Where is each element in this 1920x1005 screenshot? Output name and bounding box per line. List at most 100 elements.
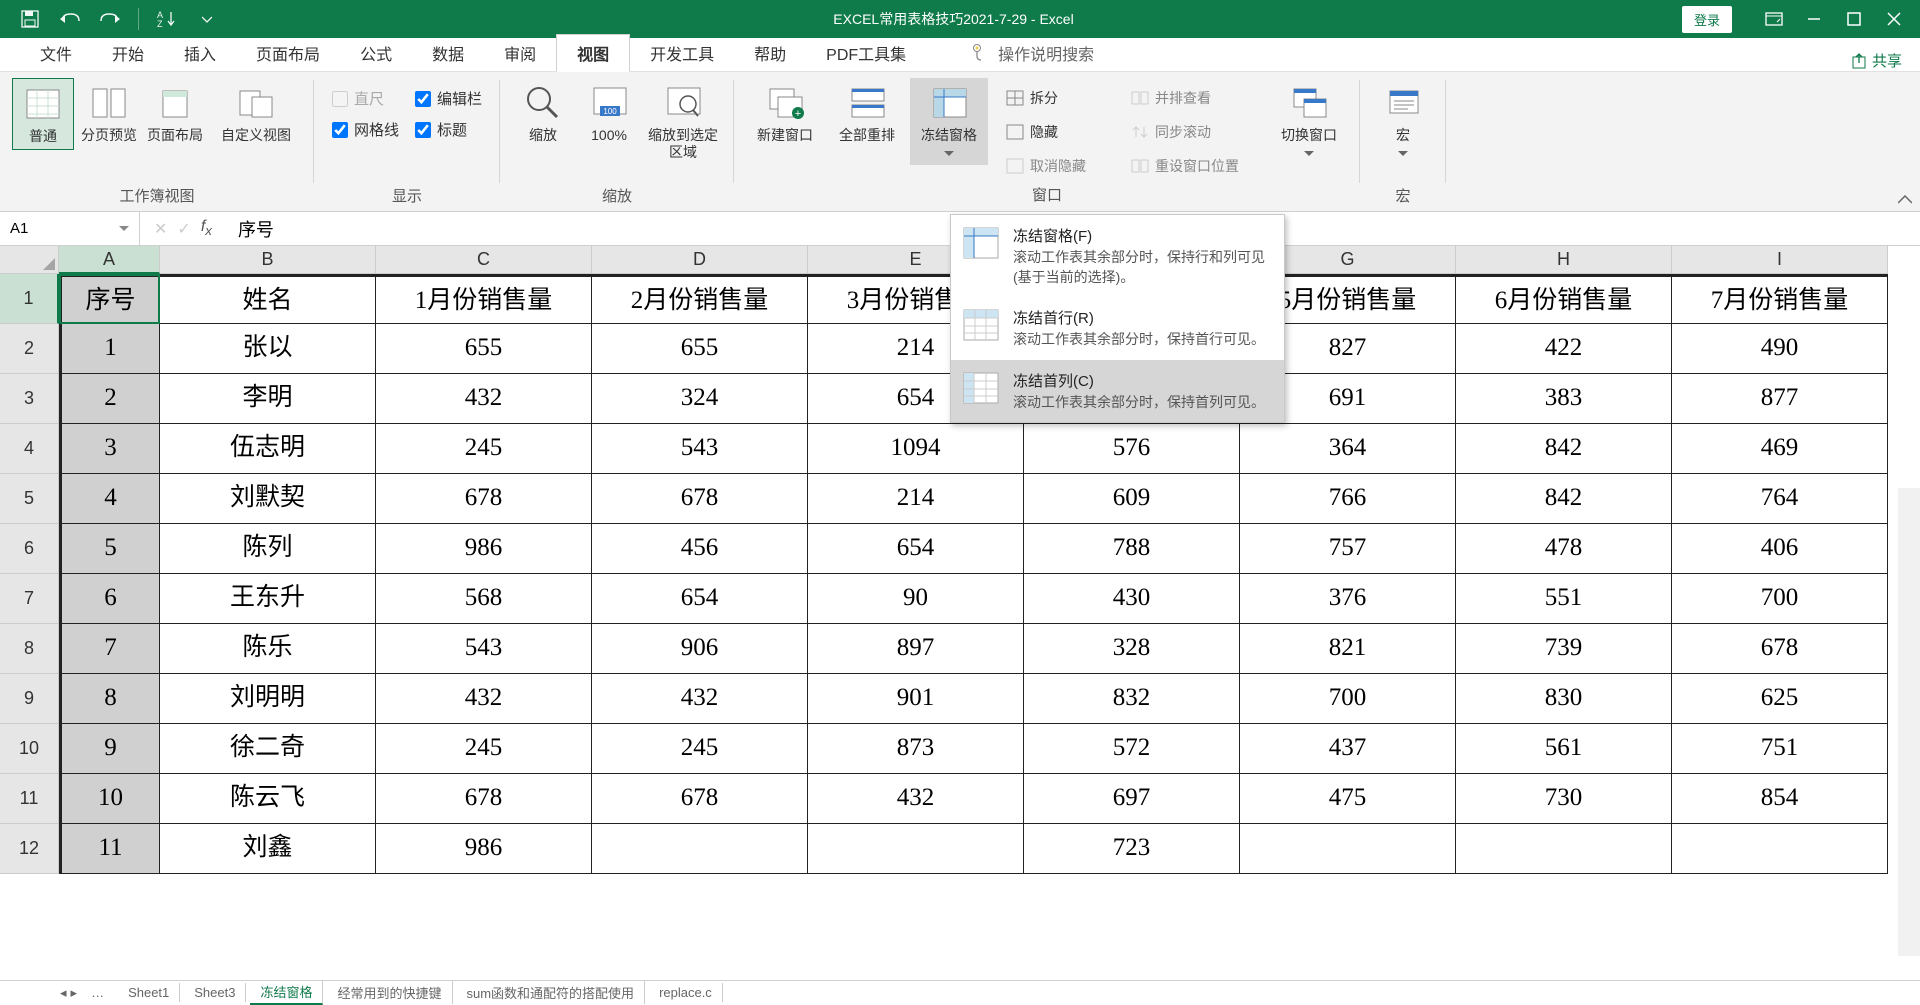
- tab-layout[interactable]: 页面布局: [236, 35, 340, 71]
- cell[interactable]: 830: [1456, 674, 1672, 724]
- row-header[interactable]: 10: [0, 724, 59, 774]
- cell[interactable]: 739: [1456, 624, 1672, 674]
- cell[interactable]: 901: [808, 674, 1024, 724]
- cell[interactable]: 1094: [808, 424, 1024, 474]
- collapse-ribbon-icon[interactable]: [1898, 195, 1912, 205]
- row-header[interactable]: 6: [0, 524, 59, 574]
- sheet-tab[interactable]: 经常用到的快捷键: [327, 981, 452, 1004]
- cell[interactable]: 764: [1672, 474, 1888, 524]
- sheet-tab[interactable]: Sheet3: [184, 983, 246, 1002]
- cell[interactable]: 422: [1456, 324, 1672, 374]
- maximize-button[interactable]: [1836, 4, 1872, 34]
- headings-checkbox[interactable]: 标题: [415, 119, 482, 140]
- cell[interactable]: 561: [1456, 724, 1672, 774]
- select-all-corner[interactable]: [0, 246, 59, 274]
- tab-dev[interactable]: 开发工具: [630, 35, 734, 71]
- cell[interactable]: 刘默契: [160, 474, 376, 524]
- cell[interactable]: 6月份销售量: [1456, 274, 1672, 324]
- column-header[interactable]: B: [160, 246, 376, 274]
- cell[interactable]: 986: [376, 824, 592, 874]
- tab-formulas[interactable]: 公式: [340, 35, 412, 71]
- tab-home[interactable]: 开始: [92, 35, 164, 71]
- cell[interactable]: 11: [59, 824, 160, 874]
- cell[interactable]: 432: [592, 674, 808, 724]
- cell[interactable]: 90: [808, 574, 1024, 624]
- cell[interactable]: 陈列: [160, 524, 376, 574]
- cell[interactable]: 877: [1672, 374, 1888, 424]
- zoom100-button[interactable]: 100 100%: [578, 78, 640, 148]
- qat-dropdown[interactable]: [189, 4, 225, 34]
- column-header[interactable]: I: [1672, 246, 1888, 274]
- cell[interactable]: 842: [1456, 474, 1672, 524]
- row-header[interactable]: 12: [0, 824, 59, 874]
- cell[interactable]: 678: [592, 774, 808, 824]
- cell[interactable]: 469: [1672, 424, 1888, 474]
- row-header[interactable]: 9: [0, 674, 59, 724]
- ruler-checkbox[interactable]: 直尺: [332, 88, 399, 109]
- cell[interactable]: 2月份销售量: [592, 274, 808, 324]
- row-header[interactable]: 11: [0, 774, 59, 824]
- vertical-scrollbar[interactable]: [1898, 488, 1920, 956]
- sheet-tab[interactable]: sum函数和通配符的搭配使用: [457, 981, 646, 1004]
- cell[interactable]: 821: [1240, 624, 1456, 674]
- cell[interactable]: 568: [376, 574, 592, 624]
- cell[interactable]: 刘明明: [160, 674, 376, 724]
- tab-review[interactable]: 审阅: [484, 35, 556, 71]
- tab-pdf[interactable]: PDF工具集: [806, 35, 926, 71]
- sheet-nav-prev[interactable]: ◂: [60, 985, 67, 1001]
- freeze-panes-item[interactable]: 冻结窗格(F)滚动工作表其余部分时，保持行和列可见(基于当前的选择)。: [951, 215, 1284, 297]
- sheet-tab[interactable]: Sheet1: [118, 983, 180, 1002]
- cell[interactable]: 678: [1672, 624, 1888, 674]
- cell[interactable]: 700: [1240, 674, 1456, 724]
- cell[interactable]: 张以: [160, 324, 376, 374]
- cell[interactable]: 徐二奇: [160, 724, 376, 774]
- cell[interactable]: 873: [808, 724, 1024, 774]
- column-header[interactable]: H: [1456, 246, 1672, 274]
- cell[interactable]: 697: [1024, 774, 1240, 824]
- cell[interactable]: 364: [1240, 424, 1456, 474]
- cell[interactable]: 788: [1024, 524, 1240, 574]
- formulabar-checkbox[interactable]: 编辑栏: [415, 88, 482, 109]
- normal-view-button[interactable]: 普通: [12, 78, 74, 150]
- new-window-button[interactable]: + 新建窗口: [746, 78, 824, 148]
- cell[interactable]: [1456, 824, 1672, 874]
- split-button[interactable]: 拆分: [1002, 84, 1090, 112]
- close-button[interactable]: [1876, 4, 1912, 34]
- row-header[interactable]: 1: [0, 274, 59, 324]
- cell[interactable]: 678: [376, 774, 592, 824]
- cell[interactable]: 9: [59, 724, 160, 774]
- cell[interactable]: 245: [376, 424, 592, 474]
- cell[interactable]: 432: [808, 774, 1024, 824]
- cell[interactable]: 490: [1672, 324, 1888, 374]
- pagelayout-button[interactable]: 页面布局: [144, 78, 206, 148]
- zoom-button[interactable]: 缩放: [512, 78, 574, 148]
- sheet-tab[interactable]: replace.c: [649, 983, 723, 1002]
- cell[interactable]: 543: [376, 624, 592, 674]
- cell[interactable]: [1240, 824, 1456, 874]
- cell[interactable]: 757: [1240, 524, 1456, 574]
- cell[interactable]: 625: [1672, 674, 1888, 724]
- gridlines-checkbox[interactable]: 网格线: [332, 119, 399, 140]
- cell[interactable]: 4: [59, 474, 160, 524]
- tab-data[interactable]: 数据: [412, 35, 484, 71]
- cell[interactable]: 姓名: [160, 274, 376, 324]
- tab-view[interactable]: 视图: [556, 34, 630, 72]
- cell[interactable]: 842: [1456, 424, 1672, 474]
- cell[interactable]: 李明: [160, 374, 376, 424]
- row-header[interactable]: 8: [0, 624, 59, 674]
- column-header[interactable]: D: [592, 246, 808, 274]
- cell[interactable]: 7: [59, 624, 160, 674]
- row-header[interactable]: 5: [0, 474, 59, 524]
- cell[interactable]: 986: [376, 524, 592, 574]
- arrange-all-button[interactable]: 全部重排: [828, 78, 906, 148]
- cell[interactable]: 2: [59, 374, 160, 424]
- cell[interactable]: [808, 824, 1024, 874]
- macros-button[interactable]: 宏: [1372, 78, 1434, 165]
- cell[interactable]: 654: [808, 524, 1024, 574]
- cell[interactable]: 766: [1240, 474, 1456, 524]
- save-button[interactable]: [12, 4, 48, 34]
- tab-file[interactable]: 文件: [20, 35, 92, 71]
- redo-button[interactable]: [92, 4, 128, 34]
- cell[interactable]: 序号: [59, 274, 160, 324]
- cell[interactable]: 376: [1240, 574, 1456, 624]
